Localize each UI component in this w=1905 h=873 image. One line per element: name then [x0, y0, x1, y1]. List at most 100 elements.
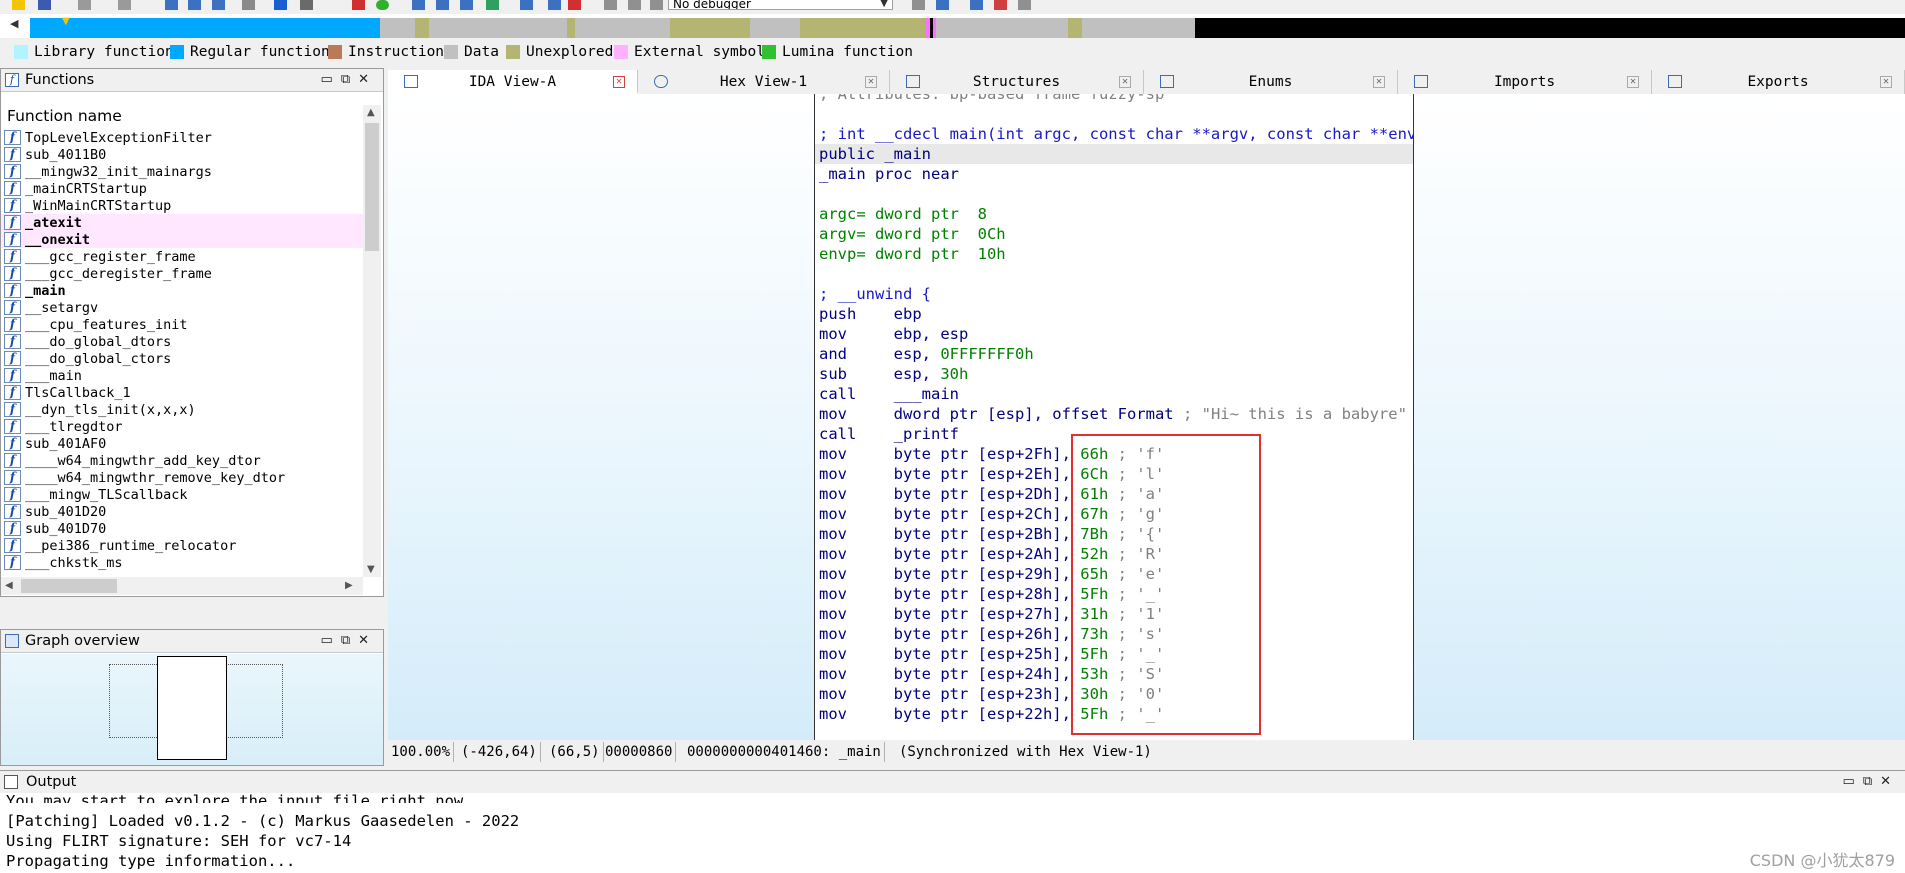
graph-overview-canvas[interactable] — [1, 654, 383, 765]
function-list-item[interactable]: f _main — [1, 282, 363, 299]
jump-icon[interactable] — [274, 0, 287, 10]
scroll-down-icon[interactable]: ▼ — [367, 564, 375, 575]
disassembly-line[interactable]: envp= dword ptr 10h — [815, 244, 1413, 264]
disassembly-line[interactable]: public _main — [815, 144, 1413, 164]
debugger-select[interactable]: No debugger ▼ — [668, 0, 893, 10]
plugin-icon[interactable] — [970, 0, 983, 10]
undefine-icon[interactable] — [242, 0, 255, 10]
disassembly-line[interactable]: argc= dword ptr 8 — [815, 204, 1413, 224]
close-icon[interactable]: ✕ — [1880, 76, 1892, 88]
close-icon[interactable]: ✕ — [613, 76, 625, 88]
play-icon[interactable] — [604, 0, 617, 10]
scroll-left-icon[interactable]: ◀ — [5, 580, 13, 591]
function-list-item[interactable]: f sub_401AF0 — [1, 435, 363, 452]
function-list-item[interactable]: f ___do_global_ctors — [1, 350, 363, 367]
code-icon[interactable] — [165, 0, 178, 10]
graph-overview-viewport[interactable] — [157, 656, 227, 760]
function-name-column-header[interactable]: Function name — [1, 105, 367, 127]
disassembly-line[interactable]: ; int __cdecl main(int argc, const char … — [815, 124, 1413, 144]
run-icon[interactable] — [376, 0, 389, 10]
function-list-item[interactable]: f ___tlregdtor — [1, 418, 363, 435]
graph-overview-title-bar[interactable]: Graph overview ▭⧉✕ — [1, 630, 383, 653]
function-list-item[interactable]: f ____w64_mingwthr_remove_key_dtor — [1, 469, 363, 486]
tab-ida-view-a[interactable]: IDA View-A ✕ — [388, 70, 638, 94]
scroll-right-icon[interactable]: ▶ — [345, 580, 353, 591]
data-icon[interactable] — [188, 0, 201, 10]
function-list-item[interactable]: f sub_401D70 — [1, 520, 363, 537]
disassembly-line[interactable]: _main proc near — [815, 164, 1413, 184]
navigation-band[interactable]: ◀ ▼ — [0, 14, 1905, 38]
tab-imports[interactable]: Imports ✕ — [1398, 70, 1652, 94]
graph-icon[interactable] — [548, 0, 561, 10]
close-icon[interactable]: ✕ — [865, 76, 877, 88]
function-list-item[interactable]: f __dyn_tls_init(x,x,x) — [1, 401, 363, 418]
attach-icon[interactable] — [912, 0, 925, 10]
function-list-item[interactable]: f sub_401D20 — [1, 503, 363, 520]
nav-left-arrow-icon[interactable]: ◀ — [10, 17, 18, 30]
tab-exports[interactable]: Exports ✕ — [1652, 70, 1905, 94]
xref-icon[interactable] — [520, 0, 533, 10]
panel-window-buttons[interactable]: ▭⧉✕ — [321, 630, 377, 652]
disassembly-line[interactable]: and esp, 0FFFFFFF0h — [815, 344, 1413, 364]
plugin3-icon[interactable] — [1018, 0, 1031, 10]
disassembly-line[interactable]: call ___main — [815, 384, 1413, 404]
disassembly-line[interactable]: ; __unwind { — [815, 284, 1413, 304]
save-icon[interactable] — [38, 0, 51, 10]
close-icon[interactable] — [568, 0, 581, 10]
function-list-item[interactable]: f TlsCallback_1 — [1, 384, 363, 401]
function-list-item[interactable]: f ___gcc_deregister_frame — [1, 265, 363, 282]
function-list-item[interactable]: f TopLevelExceptionFilter — [1, 129, 363, 146]
function-list-item[interactable]: f _atexit — [1, 214, 363, 231]
function-list-item[interactable]: f __setargv — [1, 299, 363, 316]
function-list-item[interactable]: f ___main — [1, 367, 363, 384]
function-list-item[interactable]: f _mainCRTStartup — [1, 180, 363, 197]
process-icon[interactable] — [936, 0, 949, 10]
back-icon[interactable] — [78, 0, 91, 10]
function-list-item[interactable]: f ___do_global_dtors — [1, 333, 363, 350]
close-icon[interactable]: ✕ — [1119, 76, 1131, 88]
panel-window-buttons[interactable]: ▭⧉✕ — [1843, 771, 1899, 793]
text-icon[interactable] — [300, 0, 313, 10]
array-icon[interactable] — [212, 0, 225, 10]
function-list-item[interactable]: f _WinMainCRTStartup — [1, 197, 363, 214]
scroll-up-icon[interactable]: ▲ — [367, 107, 375, 118]
function-list-item[interactable]: f sub_4011B0 — [1, 146, 363, 163]
function-list-item[interactable]: f ___cpu_features_init — [1, 316, 363, 333]
function-list-item[interactable]: f __pei386_runtime_relocator — [1, 537, 363, 554]
disassembly-line[interactable] — [815, 264, 1413, 284]
close-icon[interactable]: ✕ — [1627, 76, 1639, 88]
tab-hex-view-1[interactable]: Hex View-1 ✕ — [638, 70, 890, 94]
forward-icon[interactable] — [118, 0, 131, 10]
open-icon[interactable] — [12, 0, 25, 10]
tab-structures[interactable]: Structures ✕ — [890, 70, 1144, 94]
disassembly-line[interactable]: ; Attributes: bp-based frame fuzzy-sp — [815, 94, 1413, 104]
segments-icon[interactable] — [412, 0, 425, 10]
disassembly-line[interactable]: sub esp, 30h — [815, 364, 1413, 384]
plugin2-icon[interactable] — [994, 0, 1007, 10]
stop-icon[interactable] — [650, 0, 663, 10]
scrollbar-thumb[interactable] — [21, 579, 117, 593]
function-list-item[interactable]: f ___chkstk_ms — [1, 554, 363, 571]
disassembly-line[interactable]: push ebp — [815, 304, 1413, 324]
disassembly-line[interactable]: mov dword ptr [esp], offset Format ; "Hi… — [815, 404, 1413, 424]
functions-vertical-scrollbar[interactable]: ▲ ▼ — [363, 105, 381, 577]
functions-panel-title-bar[interactable]: f Functions ▭⧉✕ — [1, 69, 383, 92]
functions-icon[interactable] — [460, 0, 473, 10]
scrollbar-thumb[interactable] — [365, 123, 379, 251]
function-list-item[interactable]: f __mingw32_init_mainargs — [1, 163, 363, 180]
function-list-item[interactable]: f ____w64_mingwthr_add_key_dtor — [1, 452, 363, 469]
disassembly-line[interactable]: argv= dword ptr 0Ch — [815, 224, 1413, 244]
names-icon[interactable] — [436, 0, 449, 10]
tab-enums[interactable]: Enums ✕ — [1144, 70, 1398, 94]
function-list-item[interactable]: f ___gcc_register_frame — [1, 248, 363, 265]
close-icon[interactable]: ✕ — [1373, 76, 1385, 88]
functions-horizontal-scrollbar[interactable]: ◀ ▶ — [1, 577, 363, 595]
disassembly-line[interactable]: mov ebp, esp — [815, 324, 1413, 344]
disassembly-line[interactable] — [815, 104, 1413, 124]
function-list-item[interactable]: f ___mingw_TLScallback — [1, 486, 363, 503]
function-list-item[interactable]: f __onexit — [1, 231, 363, 248]
pause-icon[interactable] — [628, 0, 641, 10]
output-title-bar[interactable]: Output ▭⧉✕ — [0, 771, 1905, 793]
breakpoint-icon[interactable] — [352, 0, 365, 10]
panel-window-buttons[interactable]: ▭⧉✕ — [321, 69, 377, 91]
